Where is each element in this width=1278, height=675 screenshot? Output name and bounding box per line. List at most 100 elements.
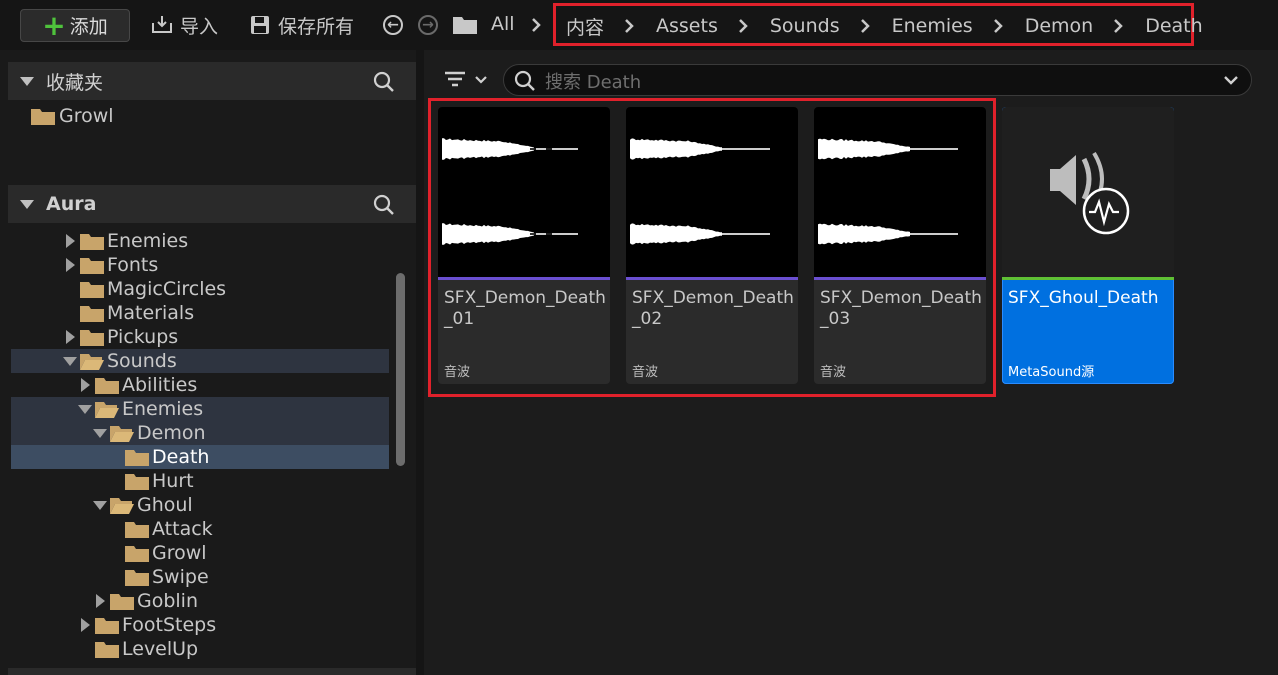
tree-item-label: Goblin [137,590,199,612]
expand-arrow-right-icon[interactable] [63,234,77,248]
chevron-right-icon[interactable] [619,14,641,38]
asset-tile[interactable]: SFX_Ghoul_Death MetaSound源 [1002,107,1174,384]
folder-icon [125,570,149,586]
folder-icon [80,234,104,250]
tree-item-label: Demon [137,422,206,444]
asset-tile[interactable]: SFX_Demon_Death_01 音波 [438,107,610,384]
chevron-right-icon[interactable] [733,14,755,38]
asset-tile[interactable]: SFX_Demon_Death_03 音波 [814,107,986,384]
expand-arrow-right-icon[interactable] [93,594,107,608]
breadcrumb-item[interactable]: Enemies [892,15,973,37]
collapse-icon [20,199,34,209]
search-field[interactable]: 搜索 Death [503,64,1252,96]
tree-item-magiccircles[interactable]: MagicCircles [11,277,389,301]
waveform-thumbnail [438,107,610,277]
tree-item-label: Death [152,446,210,468]
tree-item-label: Ghoul [137,494,193,516]
breadcrumb-item[interactable]: Assets [656,15,718,37]
chevron-right-icon[interactable] [855,14,877,38]
expand-arrow-down-icon[interactable] [63,354,77,368]
tree-item-sounds[interactable]: Sounds [11,349,389,373]
breadcrumb-item[interactable]: Demon [1025,15,1094,37]
search-icon[interactable] [372,70,396,99]
asset-type-bar [1002,277,1174,280]
project-header[interactable]: Aura [8,185,416,223]
tree-item-label: Abilities [122,374,198,396]
tree-item-label: Materials [107,302,195,324]
expand-arrow-right-icon[interactable] [63,330,77,344]
chevron-right-icon[interactable] [1108,14,1130,38]
expand-arrow-down-icon[interactable] [78,402,92,416]
folder-icon [95,642,119,658]
expand-arrow-right-icon[interactable] [63,258,77,272]
folder-icon [80,306,104,322]
tree-item-growl[interactable]: Growl [11,541,389,565]
import-button[interactable]: 导入 [150,10,218,40]
tree-item-materials[interactable]: Materials [11,301,389,325]
tree-item-label: Fonts [107,254,159,276]
folder-icon [125,474,149,490]
expand-arrow-right-icon[interactable] [78,618,92,632]
chevron-right-icon[interactable] [988,14,1010,38]
tree-item-label: Hurt [152,470,194,492]
import-label: 导入 [180,15,219,38]
folder-icon [110,594,134,610]
asset-type: 音波 [444,365,471,380]
plus-icon: + [42,8,66,42]
tree-item-demon[interactable]: Demon [11,421,389,445]
tree-item-death[interactable]: Death [11,445,389,469]
asset-tile[interactable]: SFX_Demon_Death_02 音波 [626,107,798,384]
tree-item-abilities[interactable]: Abilities [11,373,389,397]
save-all-button[interactable]: 保存所有 [248,10,354,40]
chevron-right-icon[interactable] [530,13,544,42]
asset-type-bar [626,277,798,280]
chevron-down-icon[interactable] [1222,72,1240,92]
tree-item-swipe[interactable]: Swipe [11,565,389,589]
tree-item-pickups[interactable]: Pickups [11,325,389,349]
folder-open-icon [110,426,134,442]
tree-item-label: Enemies [107,230,189,252]
tree-item-hurt[interactable]: Hurt [11,469,389,493]
tree-item-attack[interactable]: Attack [11,517,389,541]
asset-type: 音波 [632,365,659,380]
favorites-header[interactable]: 收藏夹 [8,62,416,100]
tree-item-enemies[interactable]: Enemies [11,397,389,421]
folder-open-icon [95,402,119,418]
tree-item-fonts[interactable]: Fonts [11,253,389,277]
import-icon [150,13,174,37]
panel-splitter[interactable] [416,50,424,675]
tree-item-footsteps[interactable]: FootSteps [11,613,389,637]
expand-arrow-down-icon[interactable] [93,498,107,512]
speaker-icon [1050,151,1130,235]
tree-item-label: Attack [152,518,213,540]
add-button[interactable]: + 添加 [20,9,130,42]
folder-icon [31,109,55,125]
breadcrumb-item[interactable]: Sounds [770,15,840,37]
search-input[interactable]: 搜索 Death [545,68,641,94]
asset-name: SFX_Demon_Death_03 [820,288,982,329]
expand-arrow-right-icon[interactable] [78,378,92,392]
expand-arrow-down-icon[interactable] [93,426,107,440]
metasound-thumbnail [1002,107,1174,277]
tree-item-levelup[interactable]: LevelUp [11,637,389,661]
waveform-thumbnail [626,107,798,277]
all-crumb[interactable]: All [491,13,515,35]
forward-icon[interactable]: → [418,15,438,35]
search-icon [513,69,537,97]
breadcrumb-item[interactable]: Death [1145,15,1202,37]
filter-button[interactable] [443,68,491,92]
favorites-item-label: Growl [59,105,114,127]
search-icon[interactable] [372,193,396,222]
asset-type-bar [438,277,610,280]
favorites-item-growl[interactable]: Growl [30,104,390,128]
tree-item-enemies[interactable]: Enemies [11,229,389,253]
breadcrumb-item[interactable]: 内容 [566,13,604,40]
tree-item-ghoul[interactable]: Ghoul [11,493,389,517]
tree-item-goblin[interactable]: Goblin [11,589,389,613]
asset-type: 音波 [820,365,847,380]
tree-item-label: Pickups [107,326,179,348]
folder-open-icon [110,498,134,514]
folder-icon [125,546,149,562]
back-icon[interactable]: ← [383,15,403,35]
tree-scrollbar[interactable] [396,273,405,466]
